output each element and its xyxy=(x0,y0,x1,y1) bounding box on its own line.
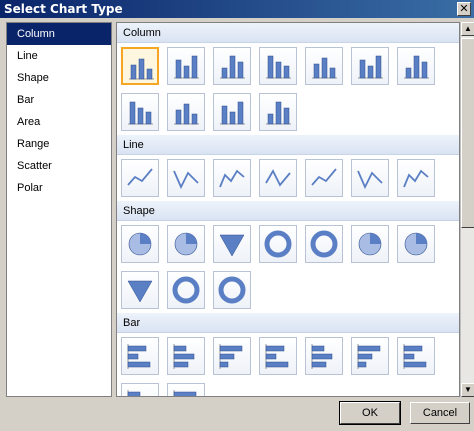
chart-type-tile[interactable] xyxy=(121,271,159,309)
section-header-line: Line xyxy=(117,135,459,155)
window-title: Select Chart Type xyxy=(4,2,123,16)
chart-type-tile[interactable] xyxy=(213,159,251,197)
gallery-row xyxy=(117,155,459,201)
title-bar: Select Chart Type ✕ xyxy=(0,0,474,18)
gallery-row xyxy=(117,221,459,267)
chart-type-tile[interactable] xyxy=(167,93,205,131)
sidebar-item-range[interactable]: Range xyxy=(7,133,111,155)
chart-type-tile[interactable] xyxy=(397,225,435,263)
chart-type-tile[interactable] xyxy=(259,47,297,85)
sidebar-item-polar[interactable]: Polar xyxy=(7,177,111,199)
chart-type-tile[interactable] xyxy=(213,225,251,263)
chart-type-tile[interactable] xyxy=(121,47,159,85)
chart-type-tile[interactable] xyxy=(213,93,251,131)
gallery-scrollbar[interactable]: ▲ ▼ xyxy=(460,22,474,397)
cancel-button[interactable]: Cancel xyxy=(410,402,470,424)
chart-type-tile[interactable] xyxy=(259,337,297,375)
chart-type-tile[interactable] xyxy=(351,337,389,375)
chart-type-tile[interactable] xyxy=(351,225,389,263)
chart-type-tile[interactable] xyxy=(351,159,389,197)
sidebar-item-shape[interactable]: Shape xyxy=(7,67,111,89)
chart-type-tile[interactable] xyxy=(259,225,297,263)
chart-type-tile[interactable] xyxy=(167,383,205,396)
section-header-shape: Shape xyxy=(117,201,459,221)
chart-type-tile[interactable] xyxy=(213,271,251,309)
gallery-row xyxy=(117,43,459,89)
chart-type-tile[interactable] xyxy=(305,47,343,85)
sidebar-item-column[interactable]: Column xyxy=(7,23,111,45)
gallery-row xyxy=(117,379,459,396)
chart-type-tile[interactable] xyxy=(167,337,205,375)
chart-type-tile[interactable] xyxy=(397,159,435,197)
chart-type-tile[interactable] xyxy=(397,47,435,85)
chart-type-tile[interactable] xyxy=(121,383,159,396)
chart-type-tile[interactable] xyxy=(259,93,297,131)
gallery-row xyxy=(117,333,459,379)
arrow-down-icon: ▼ xyxy=(464,385,472,394)
arrow-up-icon: ▲ xyxy=(464,24,472,33)
ok-button[interactable]: OK xyxy=(339,401,401,425)
chart-type-tile[interactable] xyxy=(305,225,343,263)
chart-type-tile[interactable] xyxy=(305,337,343,375)
chart-type-tile[interactable] xyxy=(351,47,389,85)
chart-type-tile[interactable] xyxy=(397,337,435,375)
chart-type-tile[interactable] xyxy=(121,93,159,131)
chart-type-tile[interactable] xyxy=(213,337,251,375)
chart-type-tile[interactable] xyxy=(305,159,343,197)
gallery-row xyxy=(117,267,459,313)
chart-type-tile[interactable] xyxy=(121,337,159,375)
chart-type-gallery: Column Line Shape Bar xyxy=(116,22,460,397)
scroll-thumb[interactable] xyxy=(461,38,474,228)
chart-type-tile[interactable] xyxy=(259,159,297,197)
chart-type-tile[interactable] xyxy=(121,225,159,263)
sidebar-item-line[interactable]: Line xyxy=(7,45,111,67)
sidebar-item-area[interactable]: Area xyxy=(7,111,111,133)
chart-category-list: Column Line Shape Bar Area Range Scatter… xyxy=(6,22,112,397)
chart-type-tile[interactable] xyxy=(167,225,205,263)
close-button[interactable]: ✕ xyxy=(457,2,471,16)
sidebar-item-scatter[interactable]: Scatter xyxy=(7,155,111,177)
gallery-row xyxy=(117,89,459,135)
close-icon: ✕ xyxy=(459,2,469,15)
chart-type-tile[interactable] xyxy=(167,271,205,309)
section-header-column: Column xyxy=(117,23,459,43)
section-header-bar: Bar xyxy=(117,313,459,333)
chart-type-tile[interactable] xyxy=(167,159,205,197)
chart-type-tile[interactable] xyxy=(213,47,251,85)
scroll-up-button[interactable]: ▲ xyxy=(461,22,474,36)
scroll-down-button[interactable]: ▼ xyxy=(461,383,474,397)
sidebar-item-bar[interactable]: Bar xyxy=(7,89,111,111)
chart-type-tile[interactable] xyxy=(167,47,205,85)
chart-type-tile[interactable] xyxy=(121,159,159,197)
